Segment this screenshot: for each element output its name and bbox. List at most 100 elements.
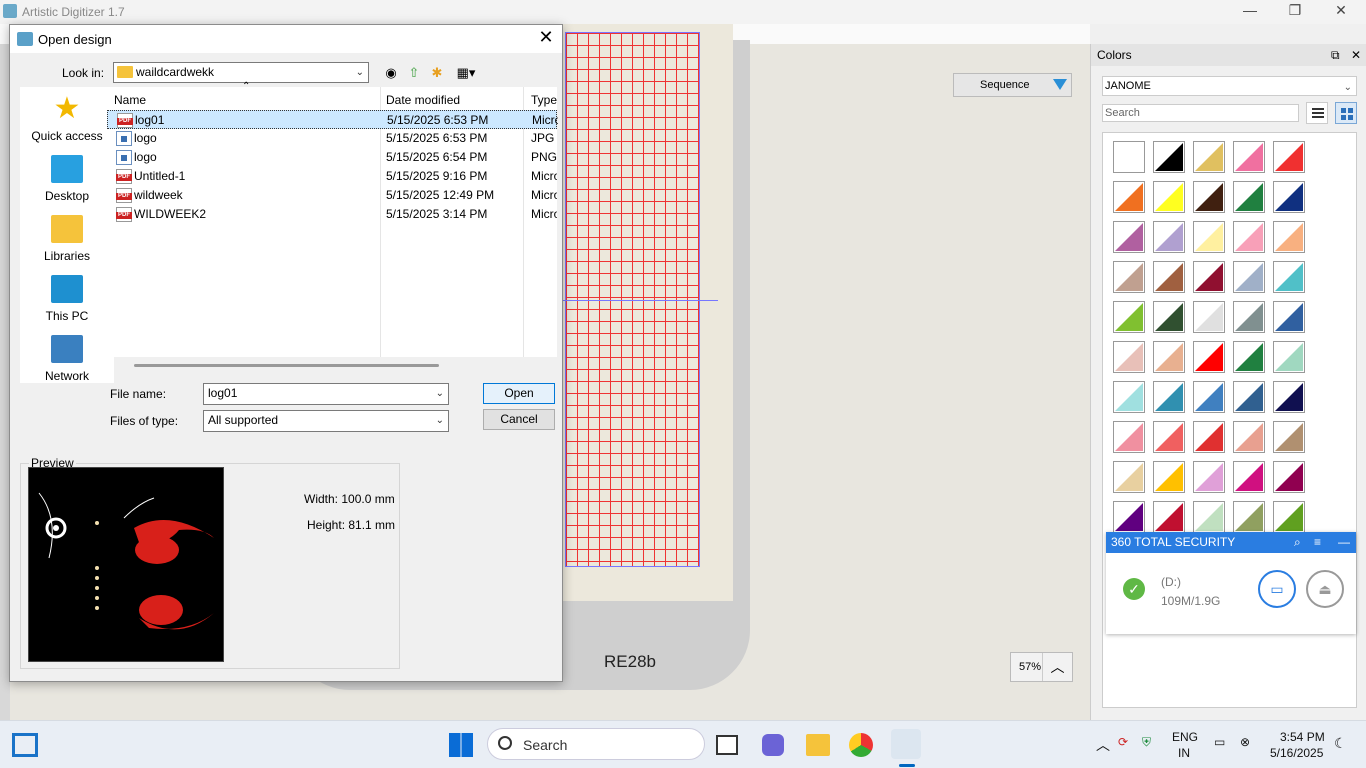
color-swatch[interactable] bbox=[1233, 141, 1265, 173]
color-swatch[interactable] bbox=[1193, 221, 1225, 253]
close-icon[interactable]: ✕ bbox=[536, 27, 556, 48]
file-row[interactable]: logo 5/15/2025 6:54 PM PNG bbox=[107, 148, 557, 167]
color-swatch[interactable] bbox=[1273, 421, 1305, 453]
color-swatch[interactable] bbox=[1153, 341, 1185, 373]
color-swatch[interactable] bbox=[1153, 461, 1185, 493]
cancel-button[interactable]: Cancel bbox=[483, 409, 555, 430]
color-swatch[interactable] bbox=[1113, 381, 1145, 413]
lang-top[interactable]: ENG bbox=[1172, 730, 1198, 744]
widgets-icon[interactable] bbox=[12, 733, 38, 757]
color-swatch[interactable] bbox=[1193, 421, 1225, 453]
close-button[interactable]: ✕ bbox=[1318, 2, 1364, 22]
file-row[interactable]: log01 5/15/2025 6:53 PM Micro bbox=[107, 110, 558, 129]
color-swatch[interactable] bbox=[1153, 421, 1185, 453]
color-swatch[interactable] bbox=[1273, 381, 1305, 413]
color-swatch[interactable] bbox=[1233, 221, 1265, 253]
look-in-select[interactable]: waildcardwekk ⌄ bbox=[113, 62, 369, 83]
lang-bottom[interactable]: IN bbox=[1178, 746, 1190, 760]
files-of-type-select[interactable]: All supported ⌄ bbox=[203, 410, 449, 432]
chevron-up-icon[interactable]: ︿ bbox=[1096, 735, 1110, 755]
color-swatch[interactable] bbox=[1153, 501, 1185, 533]
color-swatch[interactable] bbox=[1113, 461, 1145, 493]
column-header-date[interactable]: Date modified bbox=[386, 93, 460, 107]
color-swatch[interactable] bbox=[1193, 301, 1225, 333]
folder-icon[interactable]: ▭ bbox=[1258, 570, 1296, 608]
new-folder-icon[interactable]: ✱ bbox=[428, 64, 446, 82]
display-icon[interactable]: ▭ bbox=[1214, 735, 1225, 749]
place-this-pc[interactable]: This PC bbox=[20, 267, 114, 327]
float-icon[interactable]: ⧉ bbox=[1331, 44, 1340, 66]
color-swatch[interactable] bbox=[1233, 501, 1265, 533]
zoom-control[interactable]: 57% ︿ bbox=[1010, 652, 1073, 682]
color-swatch[interactable] bbox=[1193, 461, 1225, 493]
color-swatch[interactable] bbox=[1273, 141, 1305, 173]
file-row[interactable]: Untitled-1 5/15/2025 9:16 PM Micro bbox=[107, 167, 557, 186]
color-swatch[interactable] bbox=[1153, 141, 1185, 173]
color-swatch[interactable] bbox=[1193, 141, 1225, 173]
color-swatch[interactable] bbox=[1153, 381, 1185, 413]
color-swatch[interactable] bbox=[1193, 341, 1225, 373]
color-swatch[interactable] bbox=[1233, 341, 1265, 373]
color-swatch[interactable] bbox=[1113, 341, 1145, 373]
chevron-up-icon[interactable]: ︿ bbox=[1042, 653, 1072, 681]
file-row[interactable]: wildweek 5/15/2025 12:49 PM Micro bbox=[107, 186, 557, 205]
file-name-input[interactable]: log01 ⌄ bbox=[203, 383, 449, 405]
taskbar-search[interactable]: Search bbox=[487, 728, 705, 760]
start-icon[interactable] bbox=[449, 733, 473, 757]
file-list[interactable]: Name ⌃ Date modified Type log01 5/15/2025… bbox=[107, 81, 558, 357]
color-swatch[interactable] bbox=[1233, 181, 1265, 213]
task-view-icon[interactable] bbox=[716, 735, 738, 755]
color-swatch[interactable] bbox=[1113, 141, 1145, 173]
place-network[interactable]: Network bbox=[20, 327, 114, 387]
eject-icon[interactable]: ⏏ bbox=[1306, 570, 1344, 608]
chrome-icon[interactable] bbox=[849, 733, 873, 757]
restore-button[interactable]: ❐ bbox=[1272, 2, 1318, 22]
minimize-icon[interactable]: — bbox=[1338, 532, 1350, 553]
color-swatch[interactable] bbox=[1233, 461, 1265, 493]
chat-icon[interactable] bbox=[762, 734, 784, 756]
color-swatch[interactable] bbox=[1273, 461, 1305, 493]
file-row[interactable]: WILDWEEK2 5/15/2025 3:14 PM Micro bbox=[107, 205, 557, 224]
color-swatch[interactable] bbox=[1113, 421, 1145, 453]
clock-time[interactable]: 3:54 PM bbox=[1280, 730, 1325, 744]
minimize-button[interactable]: — bbox=[1227, 2, 1273, 22]
panel-close-icon[interactable]: ✕ bbox=[1351, 44, 1361, 66]
list-view-button[interactable] bbox=[1306, 102, 1328, 124]
open-button[interactable]: Open bbox=[483, 383, 555, 404]
color-swatch[interactable] bbox=[1233, 301, 1265, 333]
color-swatch[interactable] bbox=[1113, 301, 1145, 333]
color-swatch[interactable] bbox=[1193, 261, 1225, 293]
color-swatch[interactable] bbox=[1273, 181, 1305, 213]
color-swatch[interactable] bbox=[1153, 181, 1185, 213]
color-swatch[interactable] bbox=[1113, 261, 1145, 293]
search-icon[interactable]: ⌕ bbox=[1294, 532, 1301, 553]
palette-select[interactable]: JANOME ⌄ bbox=[1102, 76, 1357, 96]
color-swatch[interactable] bbox=[1153, 301, 1185, 333]
speaker-icon[interactable]: ⊗ bbox=[1240, 735, 1250, 749]
color-swatch[interactable] bbox=[1273, 221, 1305, 253]
shield-icon[interactable]: ⛨ bbox=[1142, 735, 1151, 750]
color-swatch[interactable] bbox=[1113, 221, 1145, 253]
color-swatch[interactable] bbox=[1273, 261, 1305, 293]
menu-icon[interactable]: ≡ bbox=[1314, 532, 1321, 553]
color-swatch[interactable] bbox=[1193, 501, 1225, 533]
clock-date[interactable]: 5/16/2025 bbox=[1270, 746, 1323, 760]
column-header-type[interactable]: Type bbox=[531, 93, 557, 107]
up-folder-icon[interactable]: ⇧ bbox=[405, 64, 423, 82]
color-swatch[interactable] bbox=[1193, 181, 1225, 213]
color-swatch[interactable] bbox=[1273, 301, 1305, 333]
artistic-digitizer-taskbar-icon[interactable] bbox=[891, 729, 921, 759]
column-header-name[interactable]: Name bbox=[114, 93, 146, 107]
moon-icon[interactable]: ☾ bbox=[1334, 735, 1347, 752]
chevron-down-icon[interactable]: ⌄ bbox=[436, 384, 444, 403]
color-swatch[interactable] bbox=[1273, 501, 1305, 533]
file-explorer-icon[interactable] bbox=[806, 734, 830, 756]
place-desktop[interactable]: Desktop bbox=[20, 147, 114, 207]
place-libraries[interactable]: Libraries bbox=[20, 207, 114, 267]
horizontal-scrollbar[interactable] bbox=[134, 364, 439, 367]
color-swatch[interactable] bbox=[1273, 341, 1305, 373]
color-swatch[interactable] bbox=[1193, 381, 1225, 413]
file-row[interactable]: logo 5/15/2025 6:53 PM JPG F bbox=[107, 129, 557, 148]
view-menu-icon[interactable]: ▦▾ bbox=[453, 64, 479, 82]
color-swatch[interactable] bbox=[1233, 421, 1265, 453]
